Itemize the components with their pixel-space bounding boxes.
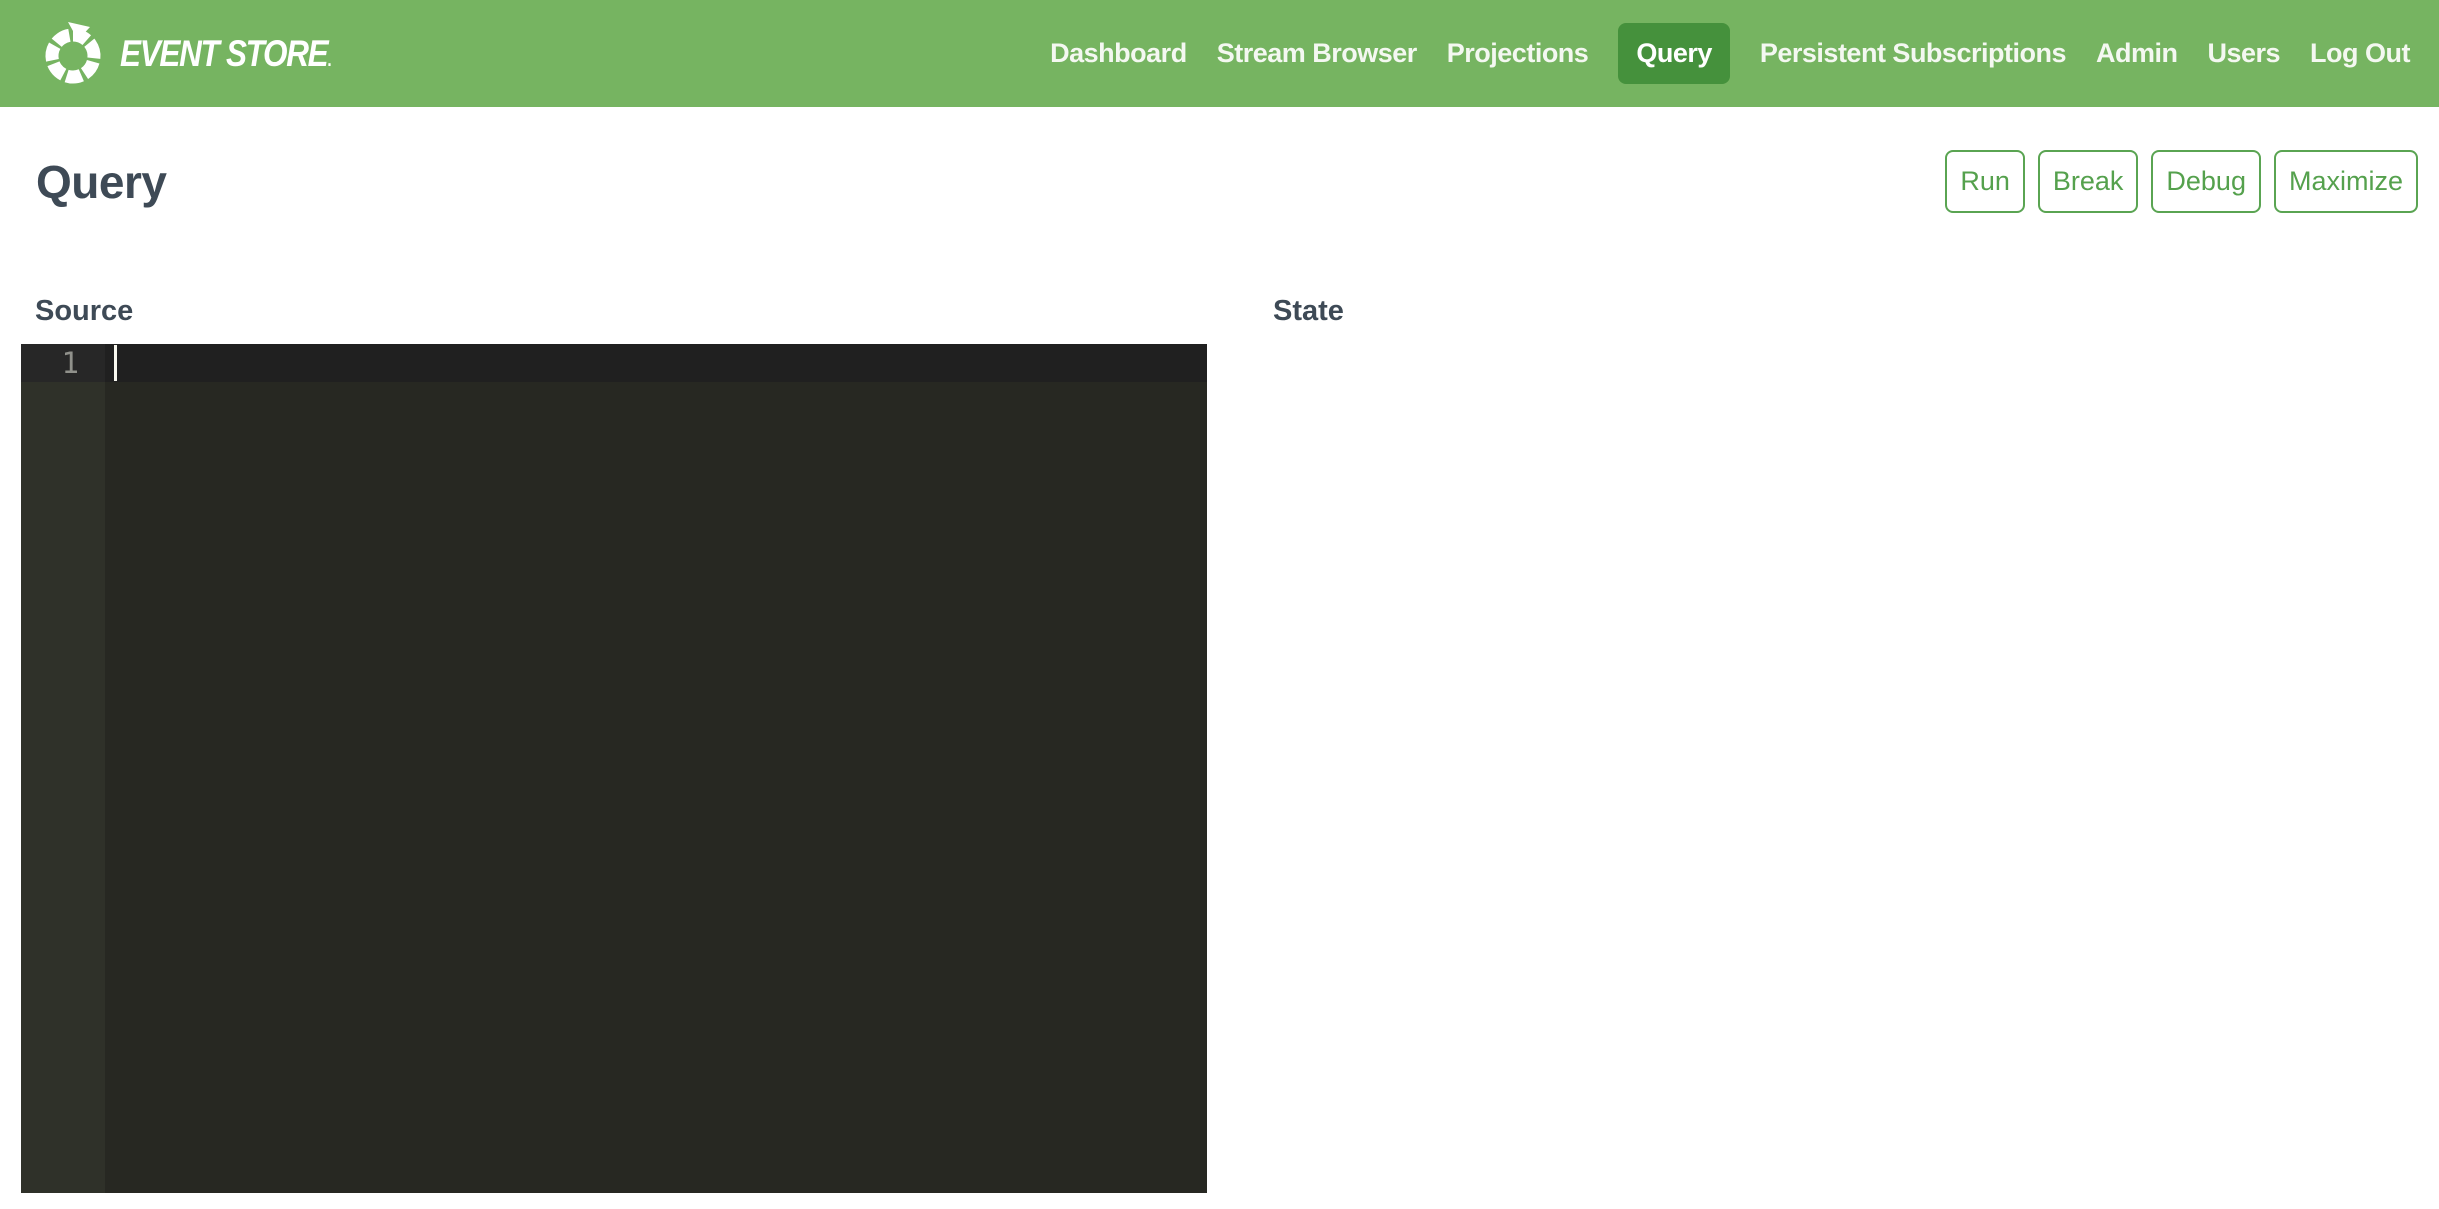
brand[interactable]: EVENT STORE. xyxy=(40,21,367,87)
editor-line-number: 1 xyxy=(21,344,105,382)
page-content: Query Run Break Debug Maximize Source 1 xyxy=(0,150,2439,1193)
brand-trademark-dot: . xyxy=(327,50,330,70)
state-panel: State xyxy=(1259,295,2418,1193)
query-toolbar: Run Break Debug Maximize xyxy=(1945,150,2418,213)
nav-item-users[interactable]: Users xyxy=(2207,23,2280,84)
nav-item-query[interactable]: Query xyxy=(1618,23,1730,84)
run-button[interactable]: Run xyxy=(1945,150,2025,213)
source-panel: Source 1 xyxy=(21,295,1207,1193)
state-panel-label: State xyxy=(1273,295,2418,327)
break-button[interactable]: Break xyxy=(2038,150,2139,213)
state-panel-content xyxy=(1259,327,2418,727)
page-header: Query Run Break Debug Maximize xyxy=(21,150,2418,213)
editor-text-cursor xyxy=(114,345,117,381)
nav-item-admin[interactable]: Admin xyxy=(2096,23,2178,84)
debug-button[interactable]: Debug xyxy=(2151,150,2261,213)
source-panel-label: Source xyxy=(35,295,1207,327)
query-source-editor[interactable]: 1 xyxy=(21,344,1207,1193)
top-navbar: EVENT STORE. Dashboard Stream Browser Pr… xyxy=(0,0,2439,107)
nav-item-dashboard[interactable]: Dashboard xyxy=(1050,23,1187,84)
brand-wordmark: EVENT STORE. xyxy=(120,33,330,75)
nav-item-projections[interactable]: Projections xyxy=(1447,23,1589,84)
nav-menu: Dashboard Stream Browser Projections Que… xyxy=(1050,23,2410,84)
editor-code-area[interactable] xyxy=(105,344,1207,1193)
nav-item-persistent-subscriptions[interactable]: Persistent Subscriptions xyxy=(1760,23,2066,84)
nav-item-stream-browser[interactable]: Stream Browser xyxy=(1217,23,1417,84)
page-title: Query xyxy=(36,155,166,209)
editor-gutter: 1 xyxy=(21,344,105,1193)
maximize-button[interactable]: Maximize xyxy=(2274,150,2418,213)
editor-active-line[interactable] xyxy=(105,344,1207,382)
nav-item-log-out[interactable]: Log Out xyxy=(2310,23,2410,84)
event-store-logo-icon xyxy=(40,21,106,87)
panels-row: Source 1 State xyxy=(21,295,2418,1193)
